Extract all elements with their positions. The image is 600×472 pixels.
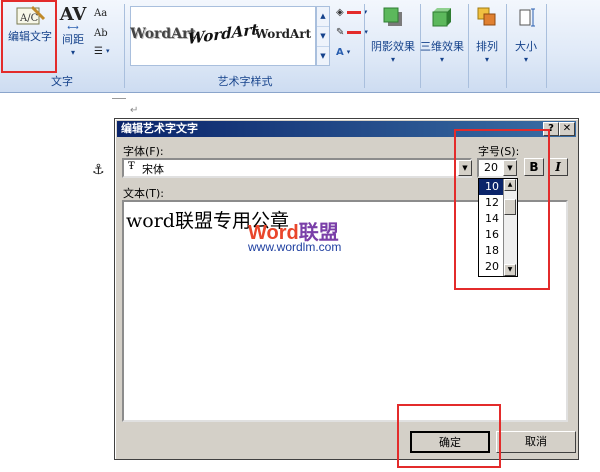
text-group-label: 文字 [51, 75, 73, 88]
paint-bucket-icon: ◈ [336, 6, 344, 18]
truetype-icon: Ŧ [128, 161, 135, 172]
wordart-styles-label: 艺术字样式 [217, 75, 273, 88]
change-shape-button[interactable]: A ▾ [336, 43, 350, 61]
pencil-icon: ✎ [336, 26, 345, 38]
highlight-font-size [454, 129, 550, 290]
chevron-down-icon: ▾ [70, 48, 75, 57]
text-label: 文本(T): [123, 187, 165, 200]
chevron-down-icon: ▾ [346, 48, 351, 56]
spacing-button[interactable]: AV ⟷ 间距 ▾ [58, 4, 88, 57]
font-label: 字体(F): [123, 145, 164, 158]
size-icon [519, 8, 535, 27]
group-divider [546, 4, 547, 88]
3d-effects-button[interactable]: 三维效果 ▾ [416, 6, 468, 64]
shape-icon: A [336, 46, 344, 58]
align-button[interactable]: ☰ ▾ [94, 42, 109, 60]
highlight-ok-button [397, 404, 501, 468]
size-button[interactable]: 大小 ▾ [508, 6, 544, 64]
wordart-style-3[interactable]: WordArt [255, 13, 311, 55]
font-combo[interactable]: Ŧ 宋体 [122, 158, 472, 178]
arrange-icon [477, 7, 496, 26]
size-label: 大小 [515, 40, 537, 53]
italic-button[interactable]: I [548, 158, 568, 176]
chevron-down-icon: ▾ [439, 55, 444, 64]
expand-gallery-icon[interactable]: ▼ [317, 47, 329, 66]
arrange-label: 排列 [476, 40, 498, 53]
dialog-title: 编辑艺术字文字 [121, 122, 198, 135]
even-height-icon: Aa [94, 7, 108, 19]
align-icon: ☰ [94, 45, 103, 57]
even-height-button[interactable]: Aa [94, 4, 107, 22]
shape-fill-button[interactable]: ◈ ▾ [336, 3, 367, 21]
shadow-effects-icon [383, 7, 402, 26]
shadow-effects-button[interactable]: 阴影效果 ▾ [368, 6, 418, 64]
vertical-text-button[interactable]: Ab [94, 24, 108, 42]
paragraph-mark-icon: ↵ [130, 105, 139, 116]
ribbon: A/C 编辑文字 AV ⟷ 间距 ▾ Aa Ab ☰ ▾ 文字 艺术字样式 Wor… [0, 0, 600, 93]
group-divider [506, 4, 507, 88]
spacing-label: 间距 [62, 33, 84, 46]
wordart-style-2[interactable]: WordArt [188, 9, 259, 59]
shadow-effects-label: 阴影效果 [371, 40, 415, 53]
watermark-url: www.wordlm.com [248, 240, 342, 254]
vertical-text-icon: Ab [94, 27, 108, 39]
chevron-down-icon: ▾ [523, 55, 528, 64]
close-button[interactable]: ✕ [559, 122, 575, 136]
wordart-style-gallery: WordArt WordArt WordArt [130, 6, 316, 66]
wordart-style-1[interactable]: WordArt [130, 13, 196, 55]
3d-effects-icon [432, 8, 451, 27]
chevron-down-icon[interactable]: ▼ [317, 27, 329, 47]
spacing-icon: AV [59, 4, 87, 25]
group-divider [364, 4, 365, 88]
chevron-down-icon: ▾ [105, 47, 110, 55]
anchor-icon: ⚓ [92, 162, 105, 178]
group-divider [468, 4, 469, 88]
arrange-button[interactable]: 排列 ▾ [470, 6, 504, 64]
highlight-edit-text [1, 0, 57, 73]
font-value: 宋体 [142, 163, 164, 176]
3d-effects-label: 三维效果 [420, 40, 464, 53]
cancel-button[interactable]: 取消 [496, 431, 576, 453]
gallery-scroll[interactable]: ▲ ▼ ▼ [316, 6, 330, 66]
chevron-down-icon: ▾ [390, 55, 395, 64]
chevron-down-icon: ▾ [484, 55, 489, 64]
chevron-up-icon[interactable]: ▲ [317, 7, 329, 27]
margin-mark [112, 98, 126, 99]
